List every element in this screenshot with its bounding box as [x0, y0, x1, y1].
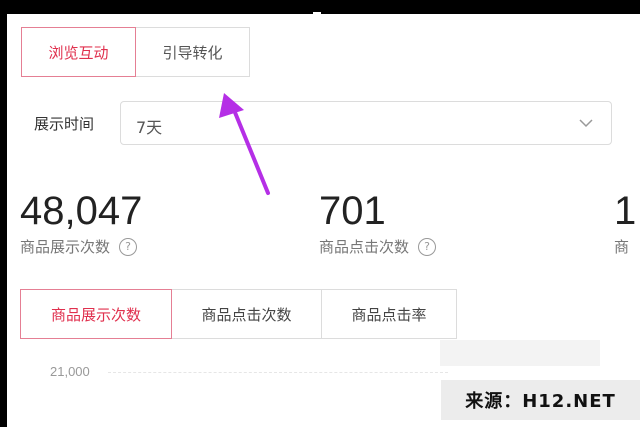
annotation-arrow-icon — [219, 93, 270, 195]
